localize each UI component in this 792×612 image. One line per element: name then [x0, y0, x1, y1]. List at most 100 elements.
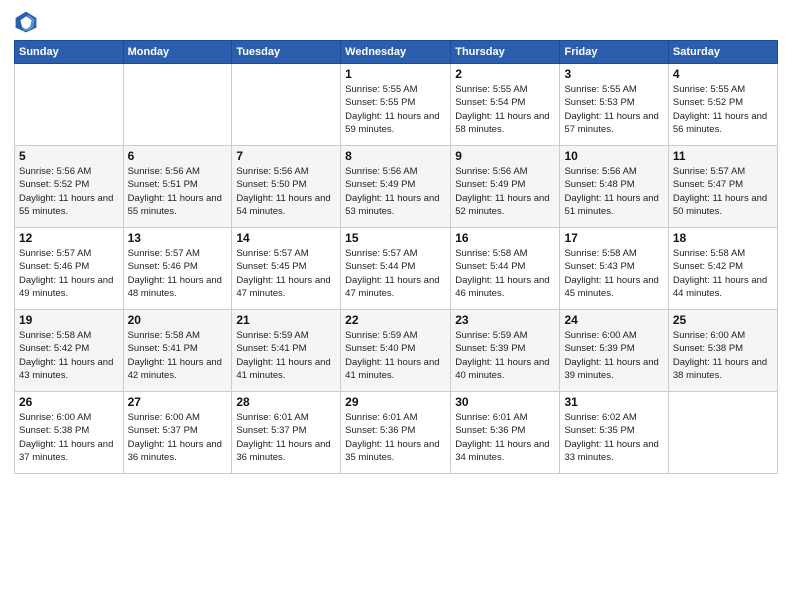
weekday-header: Friday: [560, 41, 668, 64]
calendar-cell: 27Sunrise: 6:00 AMSunset: 5:37 PMDayligh…: [123, 392, 232, 474]
calendar-cell: 24 Sunrise: 6:00 AMSunset: 5:39 PMDayligh…: [560, 310, 668, 392]
day-info: Sunrise: 6:00 AMSunset: 5:39 PMDaylight:…: [564, 329, 663, 382]
calendar-cell: 8Sunrise: 5:56 AMSunset: 5:49 PMDaylight…: [341, 146, 451, 228]
calendar-cell: 14 Sunrise: 5:57 AMSunset: 5:45 PMDayligh…: [232, 228, 341, 310]
day-number: 3: [564, 67, 663, 81]
calendar-cell: 13Sunrise: 5:57 AMSunset: 5:46 PMDayligh…: [123, 228, 232, 310]
day-info: Sunrise: 5:57 AMSunset: 5:45 PMDaylight:…: [236, 247, 336, 300]
calendar-cell: 30 Sunrise: 6:01 AMSunset: 5:36 PMDayligh…: [451, 392, 560, 474]
calendar-cell: 28 Sunrise: 6:01 AMSunset: 5:37 PMDayligh…: [232, 392, 341, 474]
day-info: Sunrise: 5:58 AMSunset: 5:44 PMDaylight:…: [455, 247, 555, 300]
calendar-cell: 4Sunrise: 5:55 AMSunset: 5:52 PMDaylight…: [668, 64, 777, 146]
calendar-cell: 15 Sunrise: 5:57 AMSunset: 5:44 PMDayligh…: [341, 228, 451, 310]
day-number: 29: [345, 395, 446, 409]
day-number: 4: [673, 67, 773, 81]
calendar-week-row: 26 Sunrise: 6:00 AMSunset: 5:38 PMDayligh…: [15, 392, 778, 474]
day-info: Sunrise: 5:59 AMSunset: 5:39 PMDaylight:…: [455, 329, 555, 382]
day-number: 12: [19, 231, 119, 245]
calendar-week-row: 5 Sunrise: 5:56 AMSunset: 5:52 PMDaylight…: [15, 146, 778, 228]
calendar-header: SundayMondayTuesdayWednesdayThursdayFrid…: [15, 41, 778, 64]
logo: [14, 10, 40, 34]
day-number: 24: [564, 313, 663, 327]
calendar-cell: 29 Sunrise: 6:01 AMSunset: 5:36 PMDayligh…: [341, 392, 451, 474]
calendar: SundayMondayTuesdayWednesdayThursdayFrid…: [14, 40, 778, 474]
weekday-row: SundayMondayTuesdayWednesdayThursdayFrid…: [15, 41, 778, 64]
weekday-header: Tuesday: [232, 41, 341, 64]
day-info: Sunrise: 5:58 AMSunset: 5:42 PMDaylight:…: [19, 329, 119, 382]
day-info: Sunrise: 5:57 AMSunset: 5:47 PMDaylight:…: [673, 165, 773, 218]
day-number: 21: [236, 313, 336, 327]
calendar-week-row: 19 Sunrise: 5:58 AMSunset: 5:42 PMDayligh…: [15, 310, 778, 392]
day-info: Sunrise: 5:55 AMSunset: 5:54 PMDaylight:…: [455, 83, 555, 136]
calendar-cell: 3 Sunrise: 5:55 AMSunset: 5:53 PMDaylight…: [560, 64, 668, 146]
day-number: 20: [128, 313, 228, 327]
day-info: Sunrise: 6:02 AMSunset: 5:35 PMDaylight:…: [564, 411, 663, 464]
day-number: 23: [455, 313, 555, 327]
day-number: 27: [128, 395, 228, 409]
day-info: Sunrise: 5:58 AMSunset: 5:41 PMDaylight:…: [128, 329, 228, 382]
calendar-body: 1 Sunrise: 5:55 AMSunset: 5:55 PMDaylight…: [15, 64, 778, 474]
calendar-cell: [668, 392, 777, 474]
calendar-cell: 21 Sunrise: 5:59 AMSunset: 5:41 PMDayligh…: [232, 310, 341, 392]
day-number: 17: [564, 231, 663, 245]
day-number: 7: [236, 149, 336, 163]
page: SundayMondayTuesdayWednesdayThursdayFrid…: [0, 0, 792, 612]
day-number: 8: [345, 149, 446, 163]
day-number: 22: [345, 313, 446, 327]
day-info: Sunrise: 5:58 AMSunset: 5:43 PMDaylight:…: [564, 247, 663, 300]
day-number: 14: [236, 231, 336, 245]
day-number: 11: [673, 149, 773, 163]
day-info: Sunrise: 6:01 AMSunset: 5:36 PMDaylight:…: [455, 411, 555, 464]
weekday-header: Sunday: [15, 41, 124, 64]
day-number: 5: [19, 149, 119, 163]
day-number: 26: [19, 395, 119, 409]
calendar-cell: 18Sunrise: 5:58 AMSunset: 5:42 PMDayligh…: [668, 228, 777, 310]
day-info: Sunrise: 6:01 AMSunset: 5:36 PMDaylight:…: [345, 411, 446, 464]
day-number: 18: [673, 231, 773, 245]
logo-icon: [14, 10, 38, 34]
day-info: Sunrise: 6:00 AMSunset: 5:38 PMDaylight:…: [673, 329, 773, 382]
day-info: Sunrise: 5:57 AMSunset: 5:46 PMDaylight:…: [19, 247, 119, 300]
calendar-cell: 22Sunrise: 5:59 AMSunset: 5:40 PMDayligh…: [341, 310, 451, 392]
calendar-cell: 2 Sunrise: 5:55 AMSunset: 5:54 PMDaylight…: [451, 64, 560, 146]
day-info: Sunrise: 6:01 AMSunset: 5:37 PMDaylight:…: [236, 411, 336, 464]
calendar-cell: 10 Sunrise: 5:56 AMSunset: 5:48 PMDayligh…: [560, 146, 668, 228]
day-info: Sunrise: 5:56 AMSunset: 5:49 PMDaylight:…: [455, 165, 555, 218]
calendar-cell: 23 Sunrise: 5:59 AMSunset: 5:39 PMDayligh…: [451, 310, 560, 392]
day-number: 10: [564, 149, 663, 163]
day-info: Sunrise: 5:55 AMSunset: 5:55 PMDaylight:…: [345, 83, 446, 136]
day-number: 25: [673, 313, 773, 327]
calendar-cell: 6Sunrise: 5:56 AMSunset: 5:51 PMDaylight…: [123, 146, 232, 228]
day-number: 2: [455, 67, 555, 81]
day-info: Sunrise: 5:56 AMSunset: 5:50 PMDaylight:…: [236, 165, 336, 218]
day-info: Sunrise: 5:57 AMSunset: 5:46 PMDaylight:…: [128, 247, 228, 300]
day-info: Sunrise: 5:55 AMSunset: 5:53 PMDaylight:…: [564, 83, 663, 136]
calendar-cell: 12 Sunrise: 5:57 AMSunset: 5:46 PMDayligh…: [15, 228, 124, 310]
calendar-cell: 20 Sunrise: 5:58 AMSunset: 5:41 PMDayligh…: [123, 310, 232, 392]
day-number: 16: [455, 231, 555, 245]
calendar-cell: 7 Sunrise: 5:56 AMSunset: 5:50 PMDaylight…: [232, 146, 341, 228]
calendar-cell: 1 Sunrise: 5:55 AMSunset: 5:55 PMDaylight…: [341, 64, 451, 146]
day-info: Sunrise: 5:56 AMSunset: 5:52 PMDaylight:…: [19, 165, 119, 218]
day-number: 19: [19, 313, 119, 327]
day-number: 28: [236, 395, 336, 409]
day-info: Sunrise: 5:57 AMSunset: 5:44 PMDaylight:…: [345, 247, 446, 300]
day-number: 31: [564, 395, 663, 409]
day-number: 30: [455, 395, 555, 409]
day-info: Sunrise: 5:56 AMSunset: 5:48 PMDaylight:…: [564, 165, 663, 218]
day-info: Sunrise: 5:59 AMSunset: 5:41 PMDaylight:…: [236, 329, 336, 382]
day-number: 1: [345, 67, 446, 81]
calendar-cell: [15, 64, 124, 146]
calendar-cell: 9Sunrise: 5:56 AMSunset: 5:49 PMDaylight…: [451, 146, 560, 228]
calendar-week-row: 1 Sunrise: 5:55 AMSunset: 5:55 PMDaylight…: [15, 64, 778, 146]
day-number: 15: [345, 231, 446, 245]
calendar-cell: 5 Sunrise: 5:56 AMSunset: 5:52 PMDaylight…: [15, 146, 124, 228]
calendar-cell: 16 Sunrise: 5:58 AMSunset: 5:44 PMDayligh…: [451, 228, 560, 310]
calendar-cell: 17 Sunrise: 5:58 AMSunset: 5:43 PMDayligh…: [560, 228, 668, 310]
day-info: Sunrise: 6:00 AMSunset: 5:38 PMDaylight:…: [19, 411, 119, 464]
calendar-cell: 25 Sunrise: 6:00 AMSunset: 5:38 PMDayligh…: [668, 310, 777, 392]
calendar-cell: 26 Sunrise: 6:00 AMSunset: 5:38 PMDayligh…: [15, 392, 124, 474]
weekday-header: Wednesday: [341, 41, 451, 64]
calendar-week-row: 12 Sunrise: 5:57 AMSunset: 5:46 PMDayligh…: [15, 228, 778, 310]
calendar-cell: [232, 64, 341, 146]
